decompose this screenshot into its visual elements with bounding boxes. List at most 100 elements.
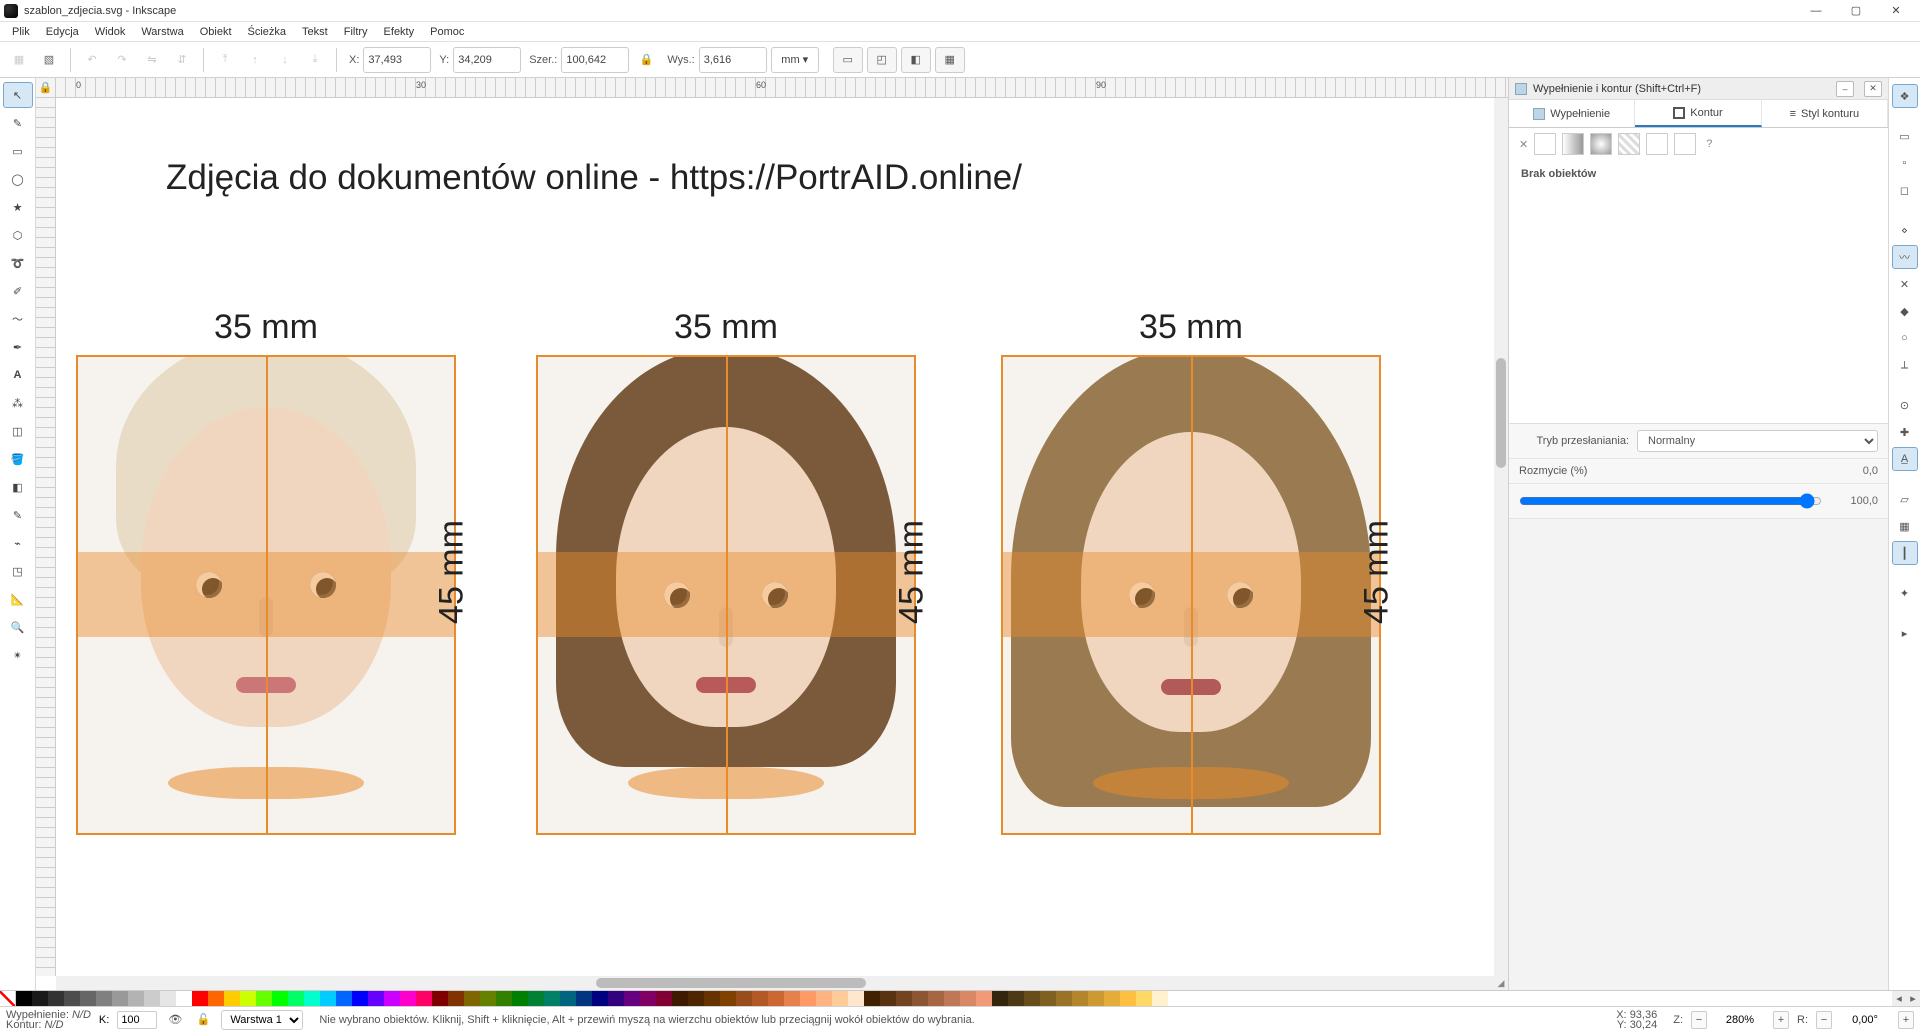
lock-ratio-icon[interactable]: 🔒: [633, 47, 659, 73]
palette-swatch[interactable]: [320, 991, 336, 1006]
text-tool-icon[interactable]: A: [3, 362, 33, 388]
canvas[interactable]: Zdjęcia do dokumentów online - https://P…: [56, 98, 1494, 976]
height-input[interactable]: [699, 47, 767, 73]
menu-filters[interactable]: Filtry: [338, 24, 374, 40]
snap-enable-icon[interactable]: ❖: [1892, 84, 1918, 108]
tab-fill[interactable]: Wypełnienie: [1509, 100, 1635, 127]
scrollbar-h-thumb[interactable]: [596, 978, 866, 988]
bucket-tool-icon[interactable]: 🪣: [3, 446, 33, 472]
paint-unknown-icon[interactable]: [1674, 133, 1696, 155]
palette-scroll-left-icon[interactable]: ◂: [1892, 991, 1906, 1006]
snap-guide-icon[interactable]: ┃: [1892, 541, 1918, 565]
snap-rotation-center-icon[interactable]: ✚: [1892, 420, 1918, 444]
palette-swatch[interactable]: [592, 991, 608, 1006]
palette-swatch[interactable]: [128, 991, 144, 1006]
ruler-vertical[interactable]: [36, 98, 56, 976]
raise-icon[interactable]: ↑: [242, 47, 268, 73]
zoom-tool-icon[interactable]: 🔍: [3, 614, 33, 640]
palette-swatch[interactable]: [1056, 991, 1072, 1006]
zoom-in-button[interactable]: +: [1773, 1011, 1789, 1029]
rotate-cw-icon[interactable]: ↷: [109, 47, 135, 73]
palette-swatch[interactable]: [1136, 991, 1152, 1006]
palette-swatch[interactable]: [96, 991, 112, 1006]
node-tool-icon[interactable]: ✎: [3, 110, 33, 136]
palette-swatch[interactable]: [288, 991, 304, 1006]
paint-radial-icon[interactable]: [1590, 133, 1612, 155]
palette-swatch[interactable]: [1088, 991, 1104, 1006]
layer-select[interactable]: Warstwa 1: [221, 1010, 303, 1030]
palette-swatch[interactable]: [784, 991, 800, 1006]
palette-swatch[interactable]: [432, 991, 448, 1006]
palette-swatch[interactable]: [1008, 991, 1024, 1006]
palette-swatch[interactable]: [672, 991, 688, 1006]
palette-swatch[interactable]: [848, 991, 864, 1006]
width-input[interactable]: [561, 47, 629, 73]
calligraphy-tool-icon[interactable]: ✒: [3, 334, 33, 360]
palette-swatch[interactable]: [192, 991, 208, 1006]
menu-file[interactable]: Plik: [6, 24, 36, 40]
palette-swatch[interactable]: [544, 991, 560, 1006]
palette-swatch[interactable]: [576, 991, 592, 1006]
palette-swatch[interactable]: [928, 991, 944, 1006]
snap-cusp-icon[interactable]: ◆: [1892, 299, 1918, 323]
palette-swatch[interactable]: [688, 991, 704, 1006]
palette-swatch[interactable]: [608, 991, 624, 1006]
dropper-tool-icon[interactable]: ✎: [3, 502, 33, 528]
palette-swatch[interactable]: [624, 991, 640, 1006]
palette-swatch[interactable]: [416, 991, 432, 1006]
menu-help[interactable]: Pomoc: [424, 24, 470, 40]
palette-swatch[interactable]: [1072, 991, 1088, 1006]
affect-corners-icon[interactable]: ◰: [867, 47, 897, 73]
palette-swatch[interactable]: [240, 991, 256, 1006]
menu-path[interactable]: Ścieżka: [242, 24, 293, 40]
snap-intersection-icon[interactable]: ✕: [1892, 272, 1918, 296]
palette-swatch[interactable]: [960, 991, 976, 1006]
diagram-tool-icon[interactable]: ◳: [3, 558, 33, 584]
palette-swatch[interactable]: [400, 991, 416, 1006]
palette-swatch[interactable]: [48, 991, 64, 1006]
flip-h-icon[interactable]: ⇋: [139, 47, 165, 73]
palette-swatch[interactable]: [864, 991, 880, 1006]
paint-flat-icon[interactable]: [1534, 133, 1556, 155]
ellipse-tool-icon[interactable]: ◯: [3, 166, 33, 192]
palette-swatch[interactable]: [1104, 991, 1120, 1006]
rotate-ccw-icon[interactable]: ↶: [79, 47, 105, 73]
palette-swatch[interactable]: [816, 991, 832, 1006]
menu-text[interactable]: Tekst: [296, 24, 334, 40]
palette-swatch[interactable]: [64, 991, 80, 1006]
palette-swatch[interactable]: [832, 991, 848, 1006]
palette-swatch[interactable]: [256, 991, 272, 1006]
snap-path-icon[interactable]: 〰: [1892, 245, 1918, 269]
paint-linear-icon[interactable]: [1562, 133, 1584, 155]
lower-icon[interactable]: ↓: [272, 47, 298, 73]
menu-effects[interactable]: Efekty: [378, 24, 421, 40]
paint-swatch-icon[interactable]: [1646, 133, 1668, 155]
palette-swatch[interactable]: [352, 991, 368, 1006]
opacity-slider[interactable]: [1519, 490, 1822, 512]
unit-select[interactable]: mm▾: [771, 47, 819, 73]
select-all-icon[interactable]: ▧: [36, 47, 62, 73]
palette-swatch[interactable]: [336, 991, 352, 1006]
layer-visibility-icon[interactable]: 👁: [165, 1010, 185, 1030]
palette-swatch[interactable]: [720, 991, 736, 1006]
rect-tool-icon[interactable]: ▭: [3, 138, 33, 164]
zoom-out-button[interactable]: −: [1691, 1011, 1707, 1029]
palette-swatch[interactable]: [16, 991, 32, 1006]
layer-lock-icon[interactable]: 🔓: [193, 1010, 213, 1030]
minimize-button[interactable]: —: [1796, 0, 1836, 22]
gradient-tool-icon[interactable]: ◧: [3, 474, 33, 500]
maximize-button[interactable]: ▢: [1836, 0, 1876, 22]
palette-swatch[interactable]: [272, 991, 288, 1006]
palette-swatch[interactable]: [512, 991, 528, 1006]
snap-page-border-icon[interactable]: ▱: [1892, 487, 1918, 511]
snap-grid-icon[interactable]: ▦: [1892, 514, 1918, 538]
palette-swatch[interactable]: [496, 991, 512, 1006]
snap-bbox-edge-icon[interactable]: ▫: [1892, 151, 1918, 175]
close-button[interactable]: ✕: [1876, 0, 1916, 22]
eraser-tool-icon[interactable]: ◫: [3, 418, 33, 444]
star-tool-icon[interactable]: ★: [3, 194, 33, 220]
blend-select[interactable]: Normalny: [1637, 430, 1878, 452]
zoom-value[interactable]: 280%: [1715, 1014, 1765, 1026]
palette-swatch[interactable]: [528, 991, 544, 1006]
palette-swatch[interactable]: [176, 991, 192, 1006]
